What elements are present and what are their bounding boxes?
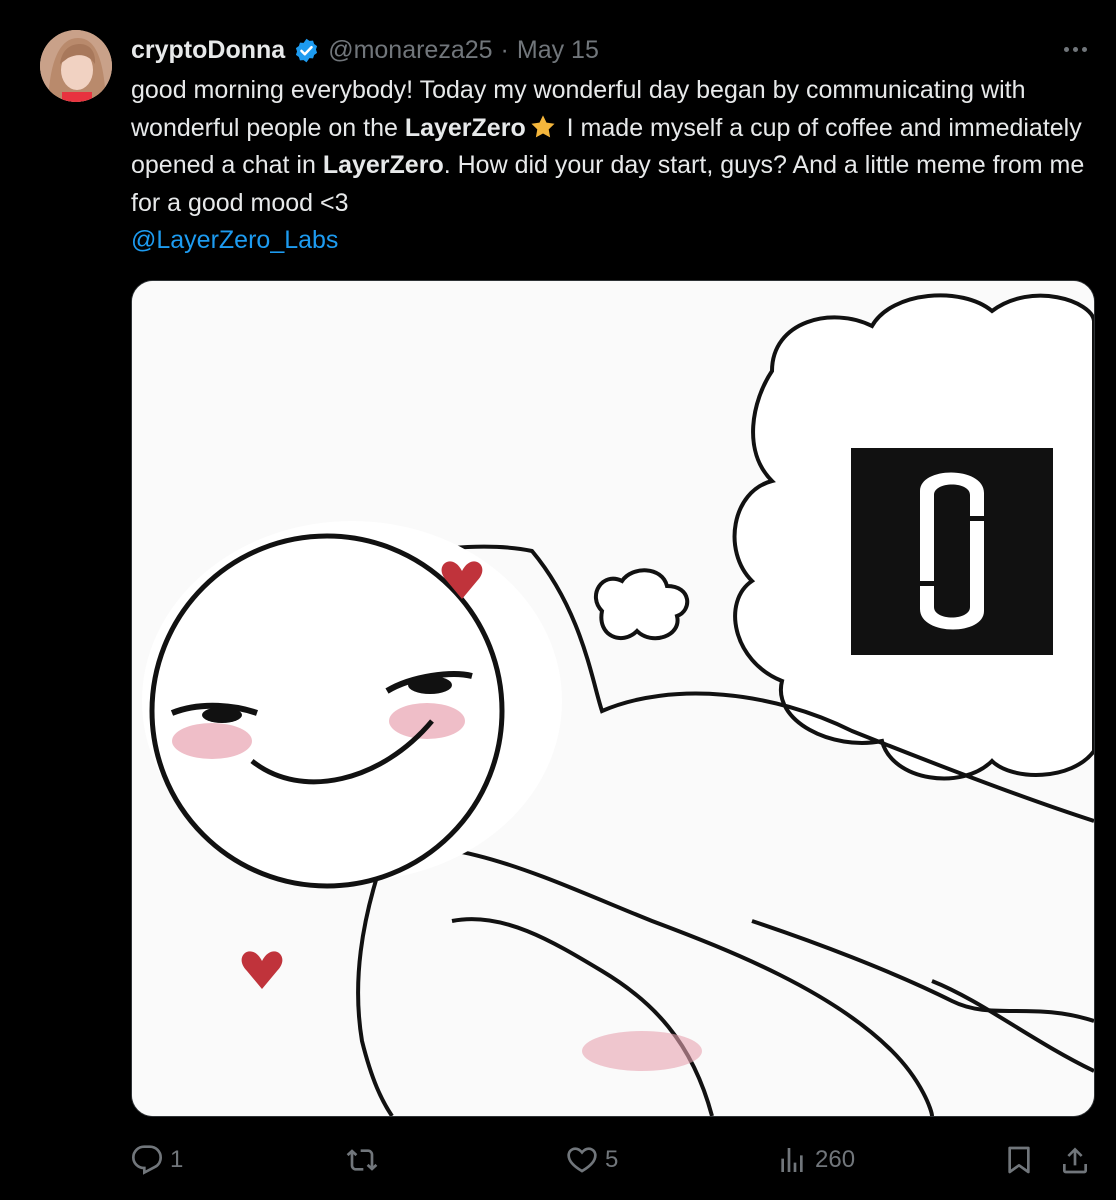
repost-icon (346, 1149, 378, 1171)
share-icon (1063, 1147, 1087, 1174)
tweet-date[interactable]: May 15 (517, 36, 599, 65)
views-icon (781, 1148, 803, 1172)
avatar[interactable] (40, 30, 112, 102)
tweet[interactable]: cryptoDonna @monareza25 · May 15 good mo… (0, 0, 1116, 1200)
share-button[interactable] (1059, 1144, 1091, 1176)
tweet-media-image[interactable] (131, 280, 1095, 1117)
verified-badge-icon (293, 37, 320, 64)
bookmark-icon (1008, 1146, 1030, 1174)
reply-count: 1 (170, 1146, 184, 1173)
mention-link[interactable]: @LayerZero_Labs (131, 226, 338, 254)
heart-icon (567, 1147, 597, 1173)
like-button[interactable]: 5 (566, 1144, 618, 1176)
display-name[interactable]: cryptoDonna (131, 36, 285, 65)
meme-illustration (132, 281, 1094, 1116)
layerzero-link: LayerZero (404, 113, 526, 142)
tweet-header: cryptoDonna @monareza25 · May 15 (131, 30, 599, 70)
views-button[interactable]: 260 (776, 1144, 855, 1176)
reply-button[interactable]: 1 (131, 1144, 183, 1176)
layerzero-link-2: LayerZero (322, 151, 444, 179)
like-count: 5 (605, 1146, 619, 1173)
views-count: 260 (815, 1146, 856, 1173)
bookmark-button[interactable] (1003, 1144, 1035, 1176)
handle[interactable]: @monareza25 (328, 36, 492, 65)
tweet-text: good morning everybody! Today my wonderf… (131, 72, 1106, 260)
tweet-actions: 1 5 260 (131, 1140, 1093, 1180)
star-emoji-icon (528, 113, 558, 141)
more-options-icon[interactable] (1060, 34, 1090, 64)
separator: · (500, 35, 509, 64)
reply-icon (131, 1145, 163, 1175)
repost-button[interactable] (346, 1144, 385, 1176)
avatar-photo (40, 30, 112, 102)
